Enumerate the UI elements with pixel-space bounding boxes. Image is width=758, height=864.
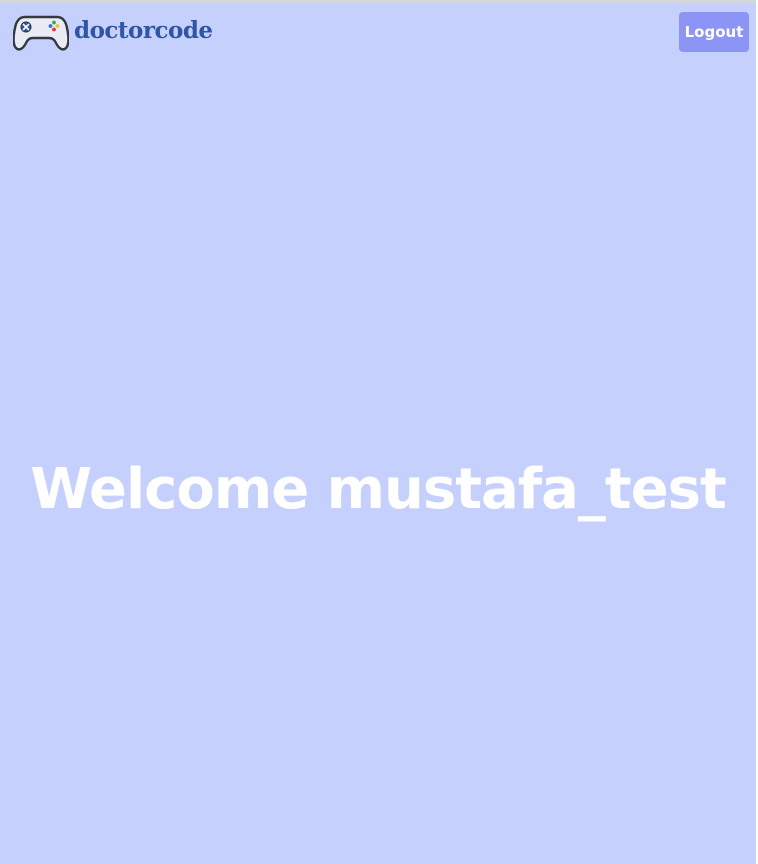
brand-name: doctorcode: [74, 17, 213, 44]
top-navbar: doctorcode Logout: [0, 3, 756, 61]
gamepad-icon: [13, 15, 69, 51]
welcome-heading: Welcome mustafa_test: [30, 457, 727, 522]
brand-home-link[interactable]: doctorcode: [13, 14, 213, 51]
logout-button[interactable]: Logout: [679, 12, 749, 52]
